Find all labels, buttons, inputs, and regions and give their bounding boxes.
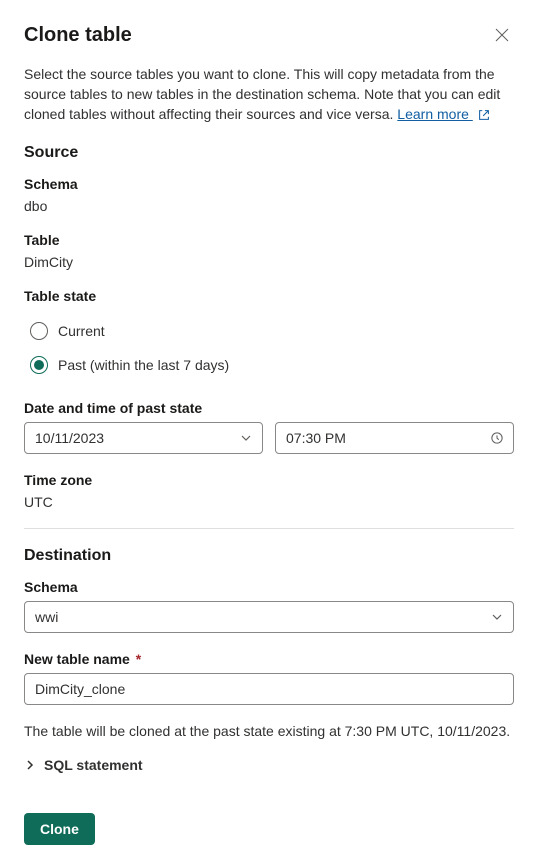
- dialog-header: Clone table: [24, 24, 514, 48]
- destination-heading: Destination: [24, 547, 514, 565]
- time-value: 07:30 PM: [286, 430, 346, 446]
- dialog-title: Clone table: [24, 24, 132, 47]
- newname-input[interactable]: [24, 673, 514, 705]
- chevron-down-icon: [240, 432, 252, 444]
- destination-schema-select[interactable]: wwi: [24, 601, 514, 633]
- radio-icon: [30, 356, 48, 374]
- required-mark: *: [132, 651, 141, 667]
- sql-toggle-label: SQL statement: [44, 757, 143, 773]
- destination-schema-label: Schema: [24, 579, 514, 595]
- datetime-label: Date and time of past state: [24, 400, 514, 416]
- dialog-description: Select the source tables you want to clo…: [24, 64, 514, 124]
- close-button[interactable]: [490, 24, 514, 48]
- date-value: 10/11/2023: [35, 430, 104, 446]
- table-state-radio-group: Current Past (within the last 7 days): [24, 314, 514, 382]
- source-schema-value: dbo: [24, 198, 514, 214]
- chevron-down-icon: [491, 611, 503, 623]
- time-picker[interactable]: 07:30 PM: [275, 422, 514, 454]
- table-state-label: Table state: [24, 288, 514, 304]
- source-table-label: Table: [24, 232, 514, 248]
- source-table-value: DimCity: [24, 254, 514, 270]
- source-heading: Source: [24, 144, 514, 162]
- newname-label: New table name *: [24, 651, 514, 667]
- source-schema-label: Schema: [24, 176, 514, 192]
- datetime-row: 10/11/2023 07:30 PM: [24, 422, 514, 454]
- external-link-icon: [477, 108, 491, 122]
- radio-past-label: Past (within the last 7 days): [58, 357, 229, 373]
- sql-statement-toggle[interactable]: SQL statement: [24, 757, 514, 773]
- radio-current-label: Current: [58, 323, 105, 339]
- date-picker[interactable]: 10/11/2023: [24, 422, 263, 454]
- destination-schema-value: wwi: [35, 609, 58, 625]
- timezone-value: UTC: [24, 494, 514, 510]
- chevron-right-icon: [24, 759, 36, 771]
- clone-button[interactable]: Clone: [24, 813, 95, 845]
- clock-icon: [491, 432, 503, 444]
- close-icon: [495, 28, 509, 45]
- learn-more-link[interactable]: Learn more: [397, 106, 472, 122]
- timezone-label: Time zone: [24, 472, 514, 488]
- radio-current[interactable]: Current: [24, 314, 514, 348]
- radio-past[interactable]: Past (within the last 7 days): [24, 348, 514, 382]
- section-divider: [24, 528, 514, 529]
- radio-icon: [30, 322, 48, 340]
- clone-summary: The table will be cloned at the past sta…: [24, 723, 514, 739]
